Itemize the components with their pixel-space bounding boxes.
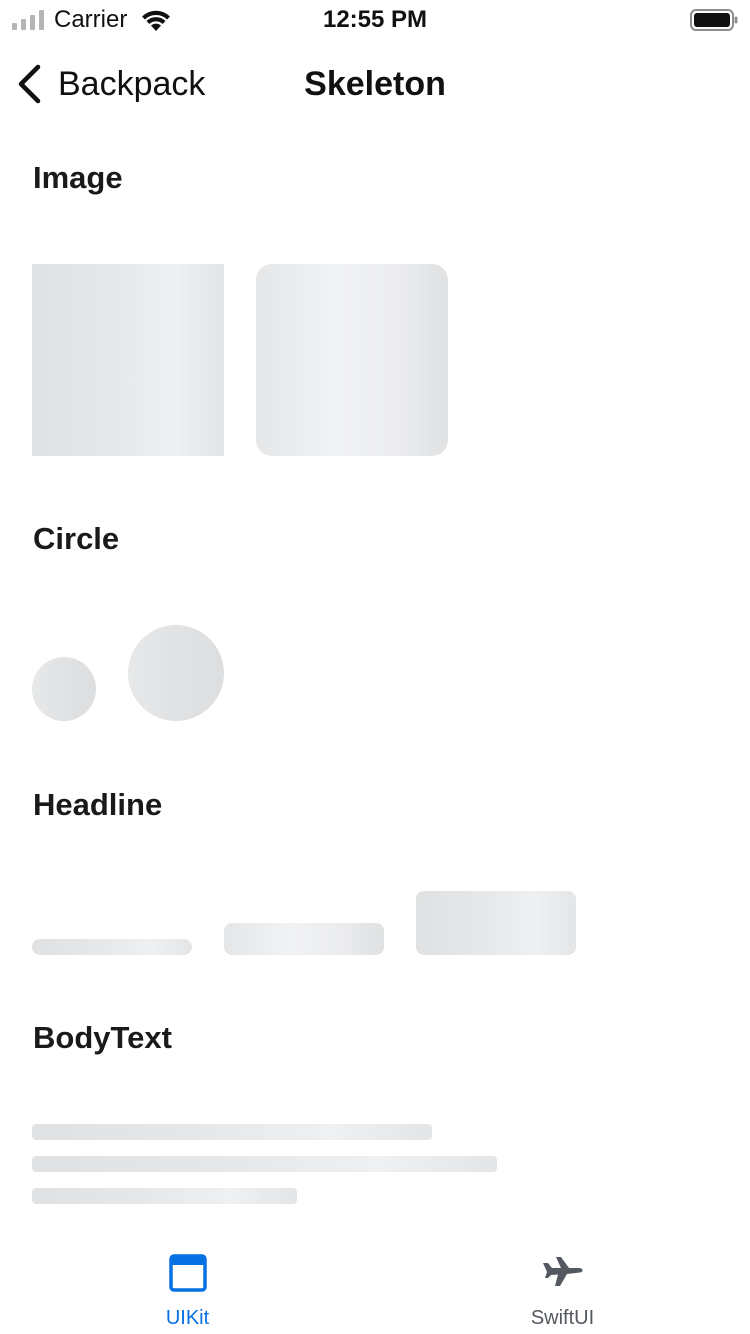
skeleton-body-line bbox=[32, 1188, 297, 1204]
skeleton-image-rounded bbox=[256, 264, 448, 456]
tab-bar: UIKit SwiftUI bbox=[0, 1234, 750, 1334]
status-bar: Carrier 12:55 PM bbox=[0, 0, 750, 40]
section-title-circle: Circle bbox=[33, 521, 120, 556]
section-title-image: Image bbox=[33, 160, 123, 195]
skeleton-circle-large bbox=[128, 625, 224, 721]
tab-label-uikit: UIKit bbox=[165, 1307, 210, 1329]
section-title-bodytext: BodyText bbox=[33, 1020, 172, 1055]
window-icon bbox=[168, 1254, 207, 1292]
skeleton-body-line bbox=[32, 1156, 497, 1172]
skeleton-headline-medium bbox=[224, 923, 384, 955]
tab-uikit[interactable]: UIKit bbox=[0, 1234, 375, 1334]
skeleton-headline-small bbox=[32, 939, 192, 955]
battery-icon bbox=[690, 9, 738, 31]
skeleton-image-square bbox=[32, 264, 224, 456]
section-title-headline: Headline bbox=[33, 787, 163, 822]
tab-label-swiftui: SwiftUI bbox=[530, 1307, 595, 1329]
page-title: Skeleton bbox=[304, 65, 446, 103]
clock: 12:55 PM bbox=[322, 6, 428, 33]
skeleton-circle-small bbox=[32, 657, 96, 721]
skeleton-headline-large bbox=[416, 891, 576, 955]
skeleton-body-line bbox=[32, 1124, 432, 1140]
tab-swiftui[interactable]: SwiftUI bbox=[375, 1234, 750, 1334]
airplane-icon bbox=[542, 1257, 583, 1286]
